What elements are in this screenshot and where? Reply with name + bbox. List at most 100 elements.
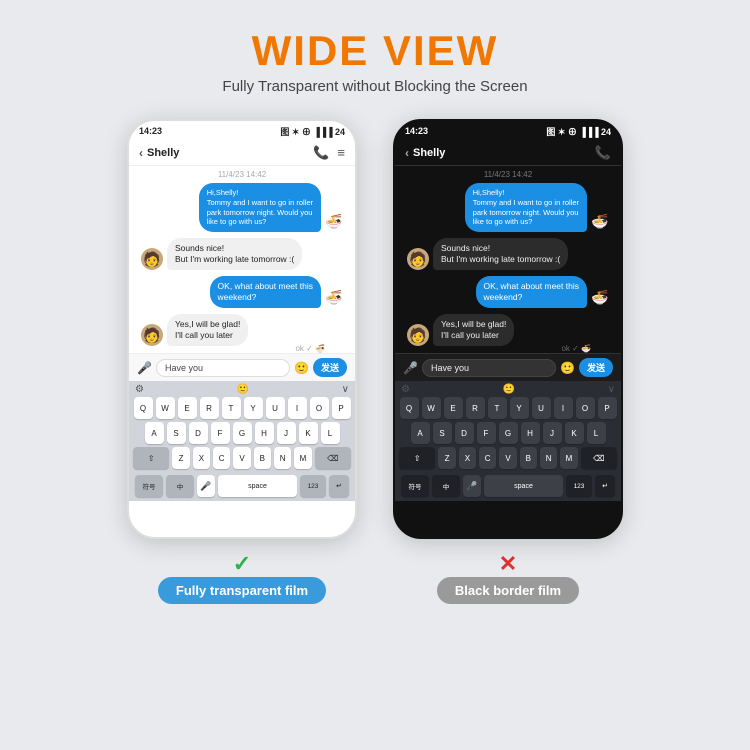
right-key-y[interactable]: Y <box>510 397 529 419</box>
right-mic-icon[interactable]: 🎤 <box>403 361 418 375</box>
left-keyboard: ⚙ 🙂 ∨ Q W E R T Y U I O P A <box>129 381 355 501</box>
right-key-p[interactable]: P <box>598 397 617 419</box>
right-key-z[interactable]: Z <box>438 447 455 469</box>
left-key-shift[interactable]: ⇧ <box>133 447 169 469</box>
right-key-v[interactable]: V <box>499 447 516 469</box>
right-key-e[interactable]: E <box>444 397 463 419</box>
right-key-t[interactable]: T <box>488 397 507 419</box>
left-key-123[interactable]: 123 <box>300 475 326 497</box>
left-key-e[interactable]: E <box>178 397 197 419</box>
right-key-m[interactable]: M <box>560 447 577 469</box>
left-emoji-icon[interactable]: 🙂 <box>294 361 309 375</box>
right-key-backspace[interactable]: ⌫ <box>581 447 617 469</box>
left-key-h[interactable]: H <box>255 422 274 444</box>
left-key-v[interactable]: V <box>233 447 250 469</box>
right-key-symbols[interactable]: 符号 <box>401 475 429 497</box>
right-key-q[interactable]: Q <box>400 397 419 419</box>
left-key-c[interactable]: C <box>213 447 230 469</box>
right-key-w[interactable]: W <box>422 397 441 419</box>
right-key-emoji[interactable]: 🙂 <box>503 384 515 395</box>
page-title: WIDE VIEW <box>222 28 527 74</box>
left-key-g[interactable]: G <box>233 422 252 444</box>
left-key-d[interactable]: D <box>189 422 208 444</box>
right-key-u[interactable]: U <box>532 397 551 419</box>
right-key-b[interactable]: B <box>520 447 537 469</box>
left-key-j[interactable]: J <box>277 422 296 444</box>
right-input-box[interactable]: Have you <box>422 359 556 377</box>
right-key-123[interactable]: 123 <box>566 475 592 497</box>
right-key-chinese[interactable]: 中 <box>432 475 460 497</box>
left-key-n[interactable]: N <box>274 447 291 469</box>
left-contact-name: Shelly <box>147 147 179 159</box>
left-key-b[interactable]: B <box>254 447 271 469</box>
right-key-a[interactable]: A <box>411 422 430 444</box>
left-key-emoji[interactable]: 🙂 <box>237 384 249 395</box>
left-chat-header-right: 📞 ≡ <box>313 145 345 161</box>
right-key-chevron[interactable]: ∨ <box>608 384 615 395</box>
right-label-pill: Black border film <box>437 577 579 604</box>
left-key-r[interactable]: R <box>200 397 219 419</box>
right-key-s[interactable]: S <box>433 422 452 444</box>
right-status-bar: 14:23 图 ✶ ⊕ ▐▐▐ 24 <box>395 121 621 141</box>
left-key-x[interactable]: X <box>193 447 210 469</box>
left-mic-icon[interactable]: 🎤 <box>137 361 152 375</box>
right-call-icon[interactable]: 📞 <box>595 145 611 161</box>
left-key-u[interactable]: U <box>266 397 285 419</box>
left-key-o[interactable]: O <box>310 397 329 419</box>
left-key-z[interactable]: Z <box>172 447 189 469</box>
right-key-settings[interactable]: ⚙ <box>401 384 410 395</box>
left-key-chevron[interactable]: ∨ <box>342 384 349 395</box>
left-key-chinese[interactable]: 中 <box>166 475 194 497</box>
left-key-t[interactable]: T <box>222 397 241 419</box>
left-back-arrow[interactable]: ‹ <box>139 146 143 160</box>
left-status-bar: 14:23 图 ✶ ⊕ ▐▐▐ 24 <box>129 121 355 141</box>
right-key-g[interactable]: G <box>499 422 518 444</box>
right-key-r[interactable]: R <box>466 397 485 419</box>
right-key-n[interactable]: N <box>540 447 557 469</box>
left-input-box[interactable]: Have you <box>156 359 290 377</box>
right-key-o[interactable]: O <box>576 397 595 419</box>
right-key-k[interactable]: K <box>565 422 584 444</box>
right-back-arrow[interactable]: ‹ <box>405 146 409 160</box>
right-key-space[interactable]: space <box>484 475 563 497</box>
right-key-x[interactable]: X <box>459 447 476 469</box>
right-key-shift[interactable]: ⇧ <box>399 447 435 469</box>
left-key-y[interactable]: Y <box>244 397 263 419</box>
right-key-c[interactable]: C <box>479 447 496 469</box>
left-key-backspace[interactable]: ⌫ <box>315 447 351 469</box>
left-key-settings[interactable]: ⚙ <box>135 384 144 395</box>
right-key-i[interactable]: I <box>554 397 573 419</box>
right-emoji-icon[interactable]: 🙂 <box>560 361 575 375</box>
left-key-enter[interactable]: ↵ <box>329 475 349 497</box>
right-key-mic[interactable]: 🎤 <box>463 475 481 497</box>
right-key-h[interactable]: H <box>521 422 540 444</box>
left-messages: Hi,Shelly!Tommy and I want to go in roll… <box>129 183 355 346</box>
left-key-q[interactable]: Q <box>134 397 153 419</box>
right-key-f[interactable]: F <box>477 422 496 444</box>
right-key-l[interactable]: L <box>587 422 606 444</box>
left-key-p[interactable]: P <box>332 397 351 419</box>
left-key-f[interactable]: F <box>211 422 230 444</box>
right-key-enter[interactable]: ↵ <box>595 475 615 497</box>
left-key-row-3: ⇧ Z X C V B N M ⌫ <box>129 447 355 469</box>
right-key-j[interactable]: J <box>543 422 562 444</box>
right-send-button[interactable]: 发送 <box>579 358 613 377</box>
left-bottom-bar: 符号 中 🎤 space 123 ↵ <box>129 472 355 501</box>
left-key-m[interactable]: M <box>294 447 311 469</box>
right-key-row-2: A S D F G H J K L <box>395 422 621 444</box>
left-key-w[interactable]: W <box>156 397 175 419</box>
left-key-l[interactable]: L <box>321 422 340 444</box>
left-key-space[interactable]: space <box>218 475 297 497</box>
left-call-icon[interactable]: 📞 <box>313 145 329 161</box>
left-key-k[interactable]: K <box>299 422 318 444</box>
left-send-button[interactable]: 发送 <box>313 358 347 377</box>
right-avatar-4: 🧑 <box>407 324 429 346</box>
left-bubble-4: Yes,I will be glad!I'll call you later <box>167 314 248 346</box>
right-key-d[interactable]: D <box>455 422 474 444</box>
left-key-a[interactable]: A <box>145 422 164 444</box>
left-key-s[interactable]: S <box>167 422 186 444</box>
left-key-mic[interactable]: 🎤 <box>197 475 215 497</box>
left-menu-icon[interactable]: ≡ <box>337 145 345 161</box>
left-key-symbols[interactable]: 符号 <box>135 475 163 497</box>
left-key-i[interactable]: I <box>288 397 307 419</box>
